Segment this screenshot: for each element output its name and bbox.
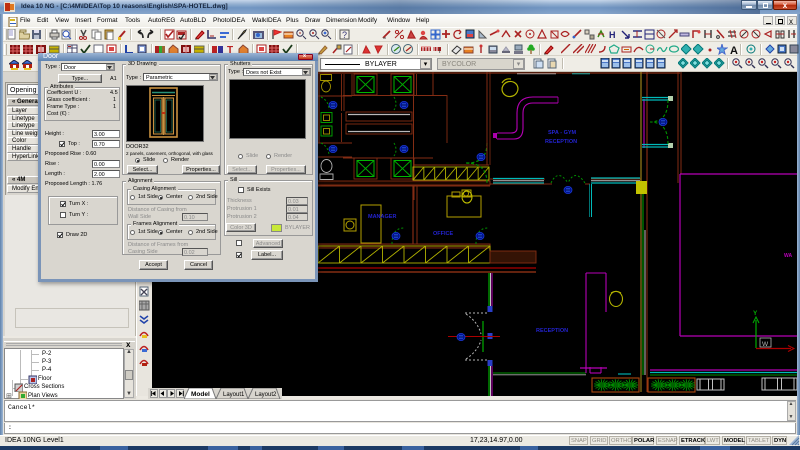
svg-text:A: A — [730, 45, 738, 55]
svg-text:H: H — [609, 30, 616, 40]
svg-text:Model: Model — [191, 391, 210, 398]
svg-text:Layout1: Layout1 — [223, 392, 245, 398]
svg-text:Layout2: Layout2 — [255, 392, 277, 398]
svg-text:?: ? — [342, 30, 347, 40]
